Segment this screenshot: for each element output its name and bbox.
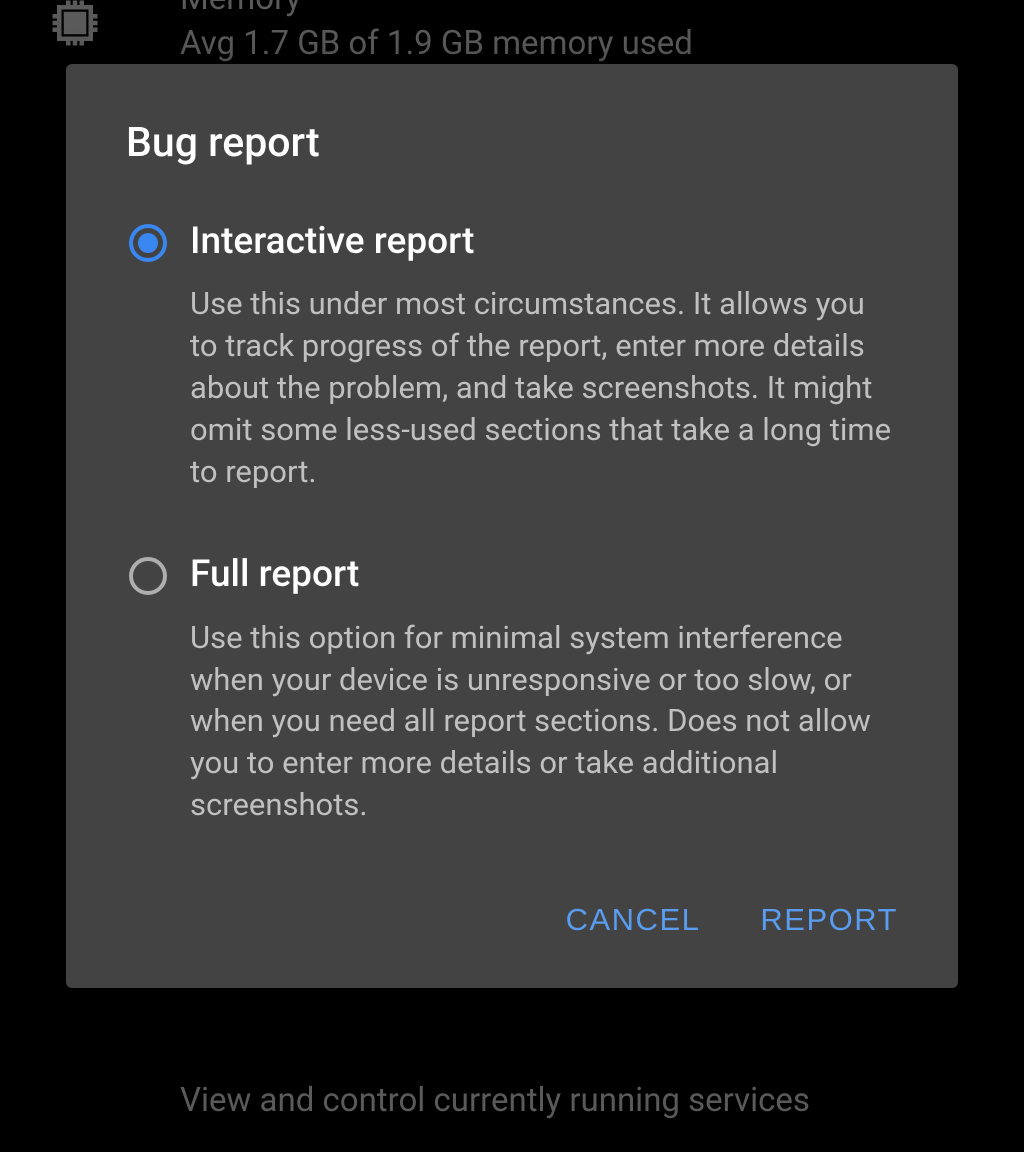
memory-title: Memory	[180, 0, 693, 15]
dialog-button-bar: CANCEL REPORT	[66, 846, 958, 988]
memory-subtitle: Avg 1.7 GB of 1.9 GB memory used	[180, 23, 693, 66]
running-services-subtitle: View and control currently running servi…	[180, 1081, 810, 1120]
full-report-description: Use this option for minimal system inter…	[190, 617, 898, 826]
bug-report-dialog: Bug report Interactive report Use this u…	[66, 64, 958, 988]
memory-chip-icon	[48, 0, 102, 54]
dialog-title: Bug report	[66, 64, 958, 207]
radio-interactive[interactable]	[126, 221, 170, 265]
cancel-button[interactable]: CANCEL	[566, 902, 701, 938]
interactive-report-label: Interactive report	[190, 219, 898, 265]
radio-full[interactable]	[126, 554, 170, 598]
report-button[interactable]: REPORT	[760, 902, 898, 938]
radio-unselected-icon	[129, 557, 167, 595]
full-report-label: Full report	[190, 552, 898, 598]
radio-selected-icon	[129, 224, 167, 262]
full-report-option[interactable]: Full report Use this option for minimal …	[66, 512, 958, 845]
memory-setting-row: Memory Avg 1.7 GB of 1.9 GB memory used	[0, 0, 1024, 66]
interactive-report-option[interactable]: Interactive report Use this under most c…	[66, 207, 958, 512]
interactive-report-description: Use this under most circumstances. It al…	[190, 283, 898, 492]
